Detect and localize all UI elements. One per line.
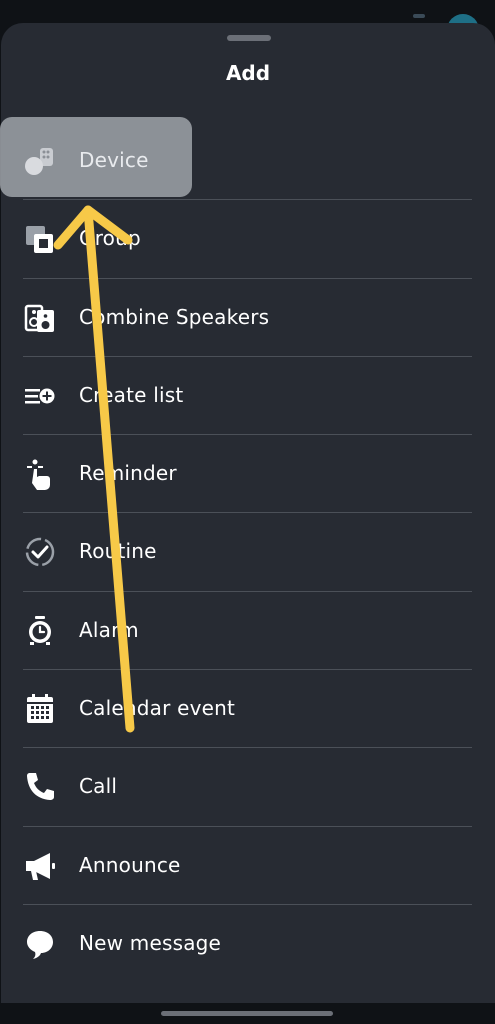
menu-item-device[interactable]: Device: [0, 117, 495, 201]
add-bottom-sheet: Add Device Group Combine Speakers Create…: [0, 23, 495, 1003]
menu-item-label: Calendar event: [79, 696, 236, 721]
group-icon: [22, 221, 58, 257]
menu-item-label: Call: [79, 774, 118, 799]
menu-item-label: Reminder: [79, 461, 177, 486]
device-icon: [22, 143, 58, 179]
message-icon: [22, 926, 58, 962]
menu-item-label: Alarm: [79, 617, 139, 642]
menu-item-label: Device: [79, 148, 149, 172]
calendar-icon: [22, 691, 58, 727]
menu-item-call[interactable]: Call: [1, 748, 495, 827]
menu-item-create-list[interactable]: Create list: [1, 357, 495, 436]
routine-icon: [22, 534, 58, 570]
menu-item-announce[interactable]: Announce: [1, 827, 495, 905]
menu-item-label: Create list: [79, 382, 184, 407]
menu-item-label: Routine: [79, 539, 157, 564]
menu-item-combine-speakers[interactable]: Combine Speakers: [1, 279, 495, 357]
home-gesture-pill[interactable]: [161, 1011, 333, 1016]
reminder-icon: [22, 456, 58, 492]
navigation-bar: [0, 1003, 495, 1024]
menu-item-label: Combine Speakers: [79, 304, 270, 329]
menu-item-routine[interactable]: Routine: [1, 513, 495, 592]
status-indicator-icon: [413, 14, 425, 18]
megaphone-icon: [22, 848, 58, 884]
speakers-icon: [22, 300, 58, 336]
drag-handle[interactable]: [227, 35, 271, 41]
create-list-icon: [22, 378, 58, 414]
menu-item-reminder[interactable]: Reminder: [1, 435, 495, 514]
menu-item-label: New message: [79, 930, 222, 955]
status-bar: [0, 0, 495, 30]
alarm-icon: [22, 613, 58, 649]
phone-icon: [22, 769, 58, 805]
add-menu: Device Group Combine Speakers Create lis…: [0, 117, 495, 983]
menu-item-calendar-event[interactable]: Calendar event: [1, 670, 495, 749]
sheet-title: Add: [225, 61, 271, 85]
menu-item-label: Announce: [79, 852, 181, 877]
menu-item-new-message[interactable]: New message: [1, 905, 495, 983]
menu-item-alarm[interactable]: Alarm: [1, 592, 495, 671]
menu-item-group[interactable]: Group: [1, 200, 495, 279]
menu-item-label: Group: [79, 226, 141, 251]
